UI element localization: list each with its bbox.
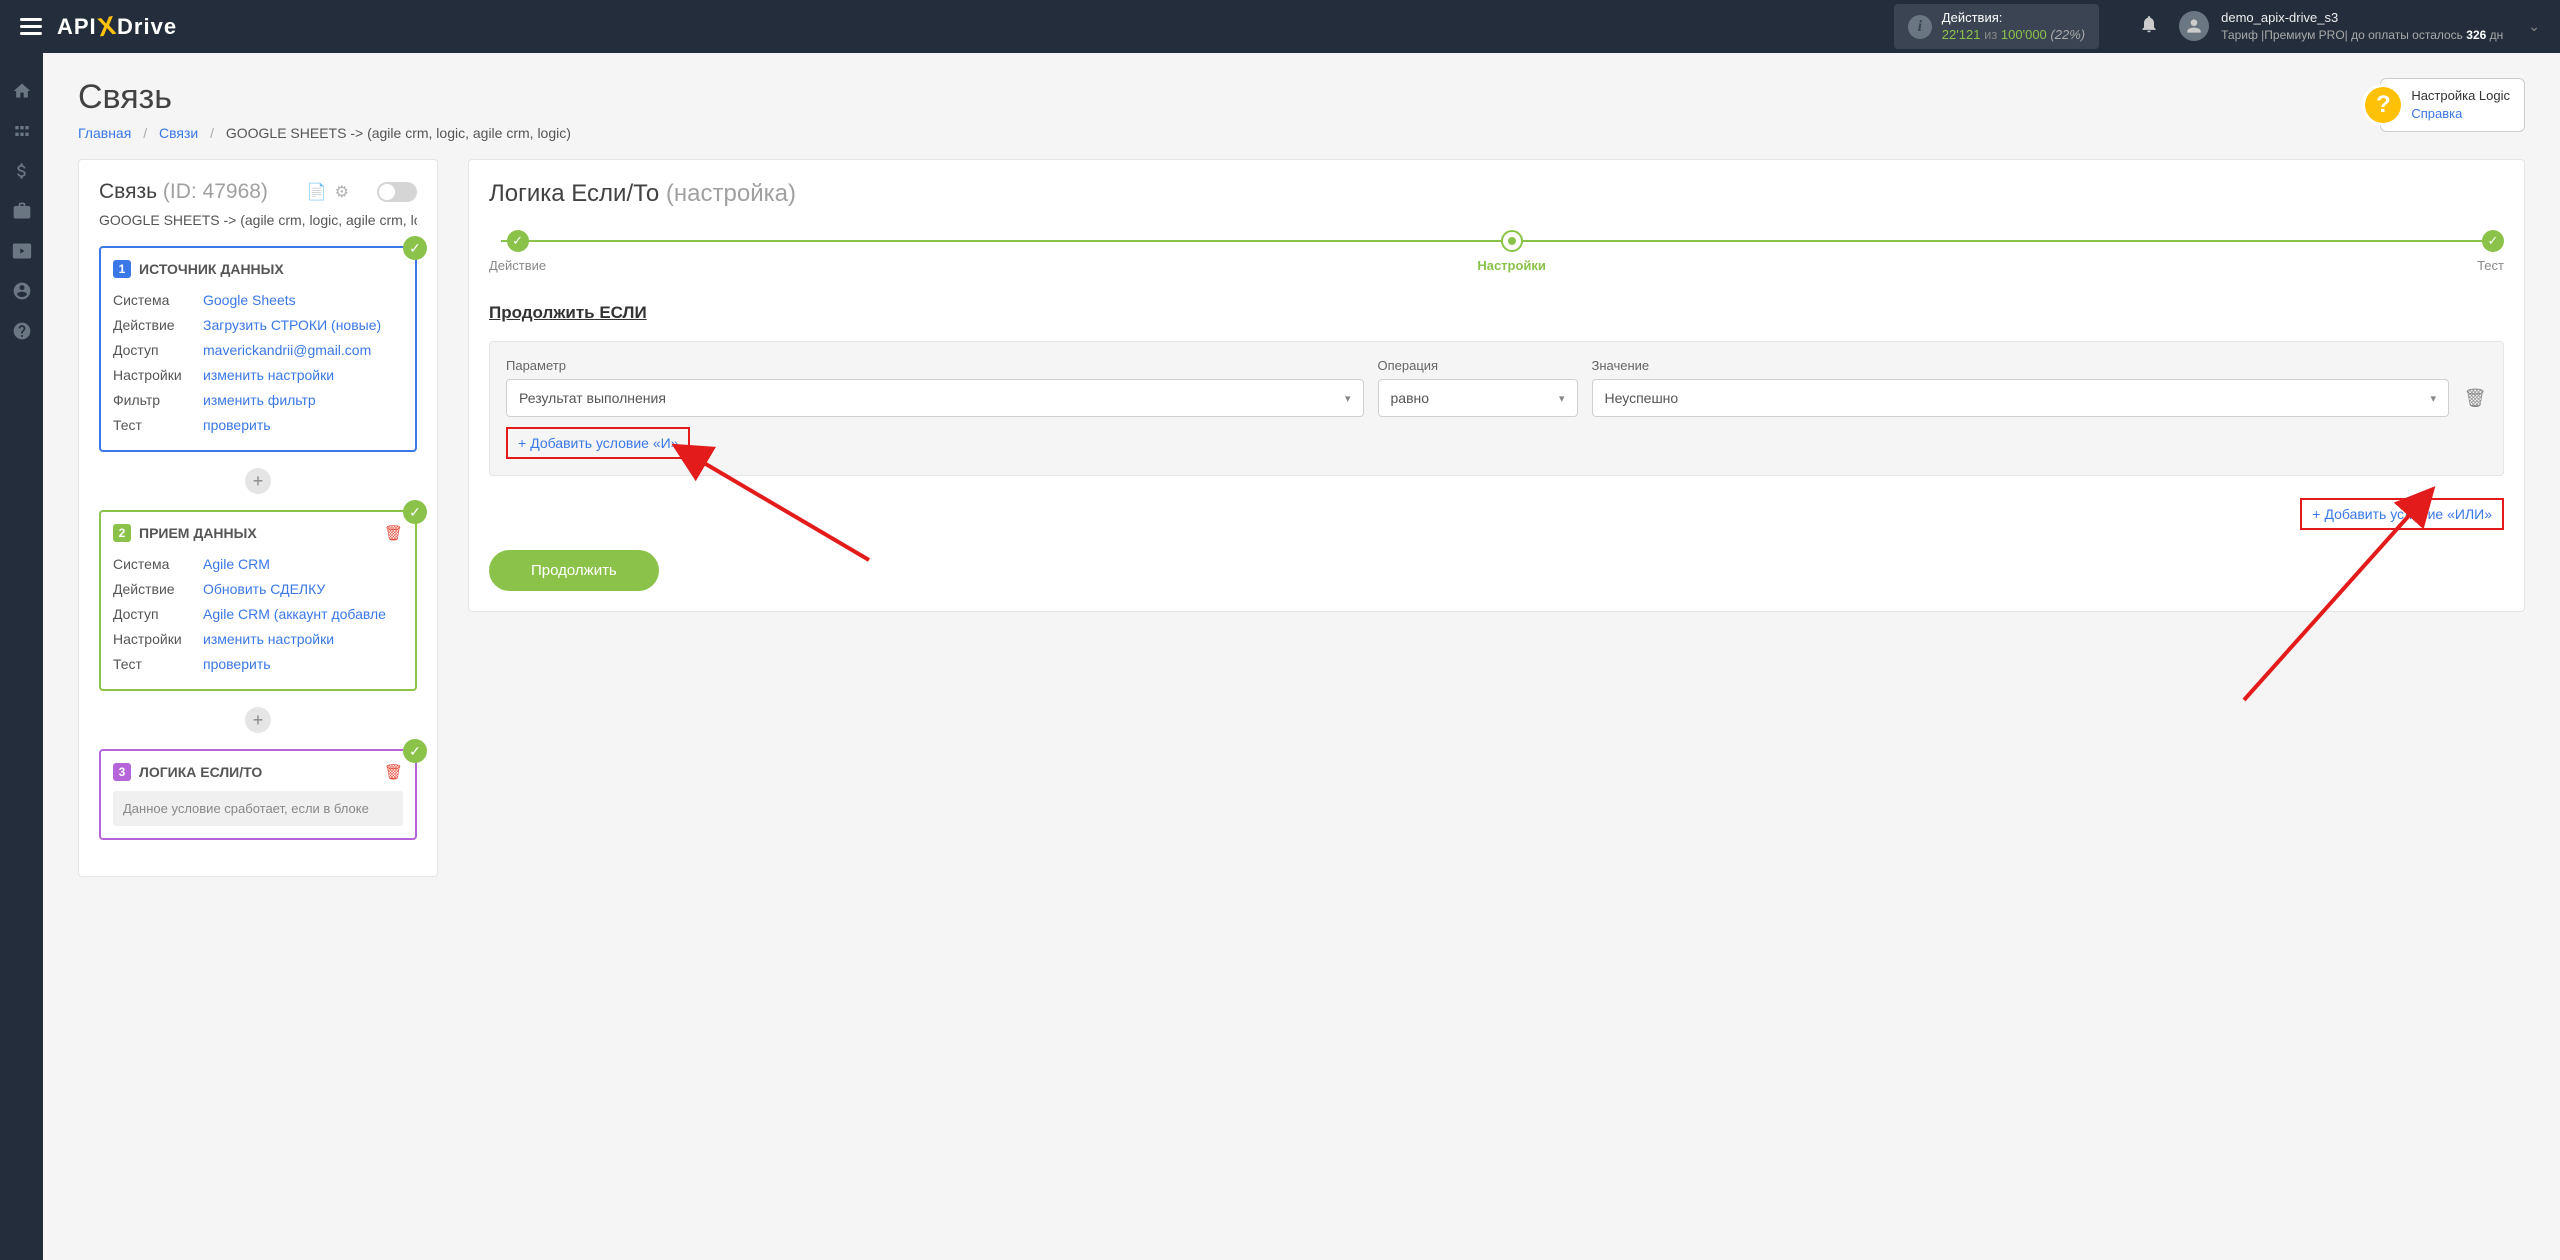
trash-icon[interactable]: 🗑 (384, 763, 403, 781)
question-icon[interactable]: ? (2365, 87, 2401, 123)
document-icon[interactable]: 📄 (307, 182, 327, 202)
logo[interactable]: API X Drive (57, 11, 177, 42)
param-select[interactable]: Результат выполнения▾ (506, 379, 1364, 417)
block1-action[interactable]: Загрузить СТРОКИ (новые) (203, 315, 403, 336)
user-name: demo_apix-drive_s3 (2221, 9, 2503, 27)
chevron-down-icon: ⌄ (2528, 18, 2540, 35)
sidebar-payments[interactable] (0, 151, 43, 191)
block2-system[interactable]: Agile CRM (203, 554, 403, 575)
op-select[interactable]: равно▾ (1378, 379, 1578, 417)
plus-icon: + (2312, 506, 2320, 522)
param-label: Параметр (506, 358, 1364, 373)
sidebar-home[interactable] (0, 71, 43, 111)
plus-icon: + (518, 435, 526, 451)
block1-test[interactable]: проверить (203, 415, 403, 436)
block1-access[interactable]: maverickandrii@gmail.com (203, 340, 403, 361)
block2-test[interactable]: проверить (203, 654, 403, 675)
chevron-down-icon: ▾ (1559, 392, 1565, 405)
destination-block: ✓ 2ПРИЕМ ДАННЫХ 🗑 СистемаAgile CRM Дейст… (99, 510, 417, 691)
sidebar-video[interactable] (0, 231, 43, 271)
gear-icon[interactable]: ⚙ (335, 182, 349, 202)
add-block-button-1[interactable]: + (245, 468, 271, 494)
breadcrumb-links[interactable]: Связи (159, 125, 198, 141)
add-or-condition-button[interactable]: + Добавить условие «ИЛИ» (2300, 498, 2504, 530)
toggle-switch[interactable] (377, 182, 417, 202)
help-link[interactable]: Справка (2411, 106, 2462, 121)
logic-note: Данное условие сработает, если в блоке (113, 791, 403, 826)
help-widget: ? Настройка Logic Справка (2380, 78, 2525, 132)
topbar: API X Drive i Действия: 22'121 из 100'00… (0, 0, 2560, 53)
connection-title: Связь (ID: 47968) (99, 180, 268, 204)
add-and-condition-button[interactable]: + Добавить условие «И» (506, 427, 690, 459)
breadcrumb-current: GOOGLE SHEETS -> (agile crm, logic, agil… (226, 125, 571, 141)
block1-system[interactable]: Google Sheets (203, 290, 403, 311)
delete-condition-button[interactable]: 🗑 (2463, 379, 2487, 417)
continue-button[interactable]: Продолжить (489, 550, 659, 591)
help-title: Настройка Logic (2411, 87, 2510, 105)
logo-x-icon: X (95, 10, 118, 44)
right-title: Логика Если/То (настройка) (489, 180, 2504, 208)
sidebar-account[interactable] (0, 271, 43, 311)
check-icon: ✓ (403, 500, 427, 524)
op-label: Операция (1378, 358, 1578, 373)
block2-access[interactable]: Agile CRM (аккаунт добавле (203, 604, 403, 625)
step-settings[interactable]: Настройки (1477, 230, 1546, 273)
block2-title: ПРИЕМ ДАННЫХ (139, 525, 257, 541)
menu-toggle[interactable] (20, 14, 42, 39)
check-icon: ✓ (403, 739, 427, 763)
actions-values: 22'121 из 100'000 (22%) (1942, 27, 2085, 44)
breadcrumb-home[interactable]: Главная (78, 125, 131, 141)
sidebar (0, 53, 43, 1260)
page-title: Связь (78, 78, 571, 117)
val-select[interactable]: Неуспешно▾ (1592, 379, 2450, 417)
condition-group: Параметр Результат выполнения▾ Операция … (489, 341, 2504, 476)
chevron-down-icon: ▾ (2430, 392, 2436, 405)
val-label: Значение (1592, 358, 2450, 373)
block1-filter[interactable]: изменить фильтр (203, 390, 403, 411)
logo-text-2: Drive (117, 14, 177, 40)
block2-settings[interactable]: изменить настройки (203, 629, 403, 650)
logic-settings-panel: Логика Если/То (настройка) ✓ Действие На… (468, 159, 2525, 612)
block3-title: ЛОГИКА ЕСЛИ/ТО (139, 764, 262, 780)
logo-text-1: API (57, 14, 97, 40)
step-action[interactable]: ✓ Действие (489, 230, 546, 273)
block2-action[interactable]: Обновить СДЕЛКУ (203, 579, 403, 600)
breadcrumb: Главная / Связи / GOOGLE SHEETS -> (agil… (78, 125, 571, 141)
avatar-icon (2179, 11, 2209, 41)
add-block-button-2[interactable]: + (245, 707, 271, 733)
sidebar-briefcase[interactable] (0, 191, 43, 231)
step-test[interactable]: ✓ Тест (2477, 230, 2504, 273)
tariff-text: Тариф |Премиум PRO| до оплаты осталось 3… (2221, 27, 2503, 44)
chevron-down-icon: ▾ (1345, 392, 1351, 405)
actions-label: Действия: (1942, 10, 2085, 27)
trash-icon[interactable]: 🗑 (384, 524, 403, 542)
bell-icon[interactable] (2139, 14, 2159, 39)
sidebar-help[interactable] (0, 311, 43, 351)
source-block: ✓ 1ИСТОЧНИК ДАННЫХ СистемаGoogle Sheets … (99, 246, 417, 452)
check-icon: ✓ (403, 236, 427, 260)
logic-block: ✓ 3ЛОГИКА ЕСЛИ/ТО 🗑 Данное условие срабо… (99, 749, 417, 840)
block1-settings[interactable]: изменить настройки (203, 365, 403, 386)
info-icon: i (1908, 15, 1932, 39)
section-title: Продолжить ЕСЛИ (489, 303, 2504, 323)
sidebar-connections[interactable] (0, 111, 43, 151)
stepper: ✓ Действие Настройки ✓ Тест (489, 230, 2504, 273)
user-menu[interactable]: demo_apix-drive_s3 Тариф |Премиум PRO| д… (2179, 9, 2540, 44)
connection-subtitle: GOOGLE SHEETS -> (agile crm, logic, agil… (99, 212, 417, 228)
connection-panel: Связь (ID: 47968) 📄 ⚙ GOOGLE SHEETS -> (… (78, 159, 438, 877)
actions-counter[interactable]: i Действия: 22'121 из 100'000 (22%) (1894, 4, 2099, 50)
block1-title: ИСТОЧНИК ДАННЫХ (139, 261, 284, 277)
